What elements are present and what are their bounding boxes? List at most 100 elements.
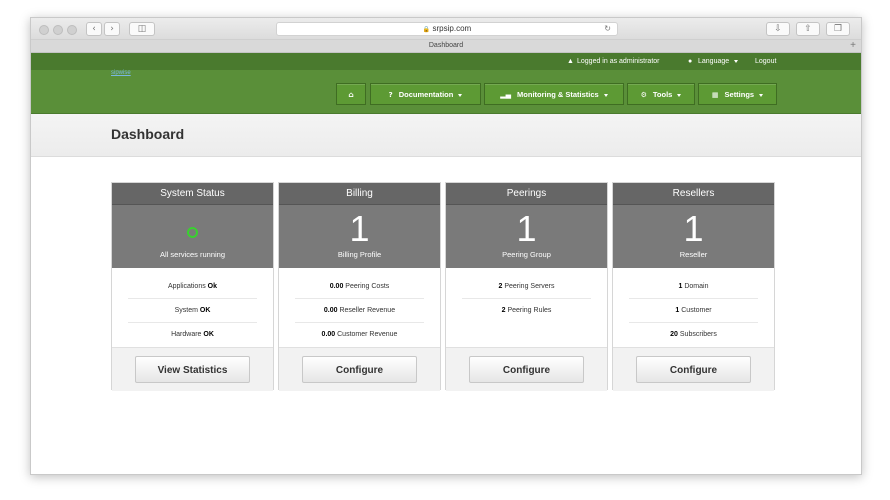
row-label: Peering Costs xyxy=(345,283,390,290)
card-title: Peerings xyxy=(446,183,607,205)
card-hero-subtitle: Peering Group xyxy=(502,250,551,259)
card-details: 1 Domain 1 Customer 20 Subscribers xyxy=(613,268,774,347)
menu-settings[interactable]: ▦ Settings xyxy=(698,83,777,105)
row-value: 1 xyxy=(675,307,680,314)
logout-link[interactable]: Logout xyxy=(755,53,776,70)
page-title: Dashboard xyxy=(111,126,185,142)
user-bar: ▲ Logged in as administrator ● Language … xyxy=(31,53,861,70)
menu-settings-label: Settings xyxy=(724,90,755,99)
list-item: 2 Peering Rules xyxy=(462,299,591,322)
menu-monitoring[interactable]: ▂▄ Monitoring & Statistics xyxy=(484,83,624,105)
row-value: OK xyxy=(203,331,214,338)
configure-resellers-button[interactable]: Configure xyxy=(636,356,751,383)
row-label: Peering Servers xyxy=(504,283,555,290)
language-dropdown[interactable]: Language xyxy=(698,53,739,70)
page-header: Dashboard xyxy=(31,114,861,157)
address-bar[interactable]: 🔒 srpsip.com ↻ xyxy=(276,22,618,36)
list-item: 0.00 Reseller Revenue xyxy=(295,299,424,323)
bar-chart-icon: ▂▄ xyxy=(500,91,512,99)
list-item: 1 Domain xyxy=(629,275,758,299)
card-resellers: Resellers 1 Reseller 1 Domain 1 Customer… xyxy=(612,182,775,391)
row-value: 0.00 xyxy=(329,283,344,290)
chevron-down-icon xyxy=(458,93,463,97)
card-footer: Configure xyxy=(279,347,440,391)
menu-tools[interactable]: ⚙ Tools xyxy=(627,83,695,105)
card-footer: Configure xyxy=(446,347,607,391)
list-item: 1 Customer xyxy=(629,299,758,323)
card-details: 2 Peering Servers 2 Peering Rules xyxy=(446,268,607,347)
card-title: Billing xyxy=(279,183,440,205)
lock-icon: 🔒 xyxy=(422,27,431,33)
home-button[interactable]: ⌂ xyxy=(336,83,366,105)
row-value: 20 xyxy=(670,331,678,338)
row-value: 1 xyxy=(678,283,683,290)
row-value: 0.00 xyxy=(321,331,336,338)
status-ok-icon xyxy=(187,227,198,238)
close-window-icon[interactable] xyxy=(39,25,49,35)
chevron-down-icon xyxy=(734,59,739,63)
card-title: System Status xyxy=(112,183,273,205)
configure-peerings-button[interactable]: Configure xyxy=(469,356,584,383)
grid-icon: ▦ xyxy=(711,91,719,99)
chevron-down-icon xyxy=(759,93,764,97)
card-title: Resellers xyxy=(613,183,774,205)
card-hero-value: 1 xyxy=(683,208,704,249)
menu-documentation-label: Documentation xyxy=(398,90,454,99)
menu-monitoring-label: Monitoring & Statistics xyxy=(517,90,599,99)
home-icon: ⌂ xyxy=(348,90,354,99)
logged-in-text: Logged in as administrator xyxy=(577,58,660,65)
tab-bar: Dashboard + xyxy=(31,40,861,53)
language-label: Language xyxy=(698,58,730,65)
row-label: Subscribers xyxy=(679,331,717,338)
card-footer: View Statistics xyxy=(112,347,273,391)
row-label: System xyxy=(174,307,198,314)
user-icon: ▲ xyxy=(567,58,574,65)
chevron-down-icon xyxy=(677,93,682,97)
card-hero: All services running xyxy=(112,205,273,268)
tabs-overview-icon[interactable]: ❐ xyxy=(826,22,850,36)
card-details: Applications Ok System OK Hardware OK xyxy=(112,268,273,347)
zoom-window-icon[interactable] xyxy=(67,25,77,35)
download-icon[interactable]: ⇩ xyxy=(766,22,790,36)
menu-documentation[interactable]: ? Documentation xyxy=(370,83,481,105)
browser-window: ‹ › ◫ 🔒 srpsip.com ↻ ⇩ ⇧ ❐ Dashboard + ▲… xyxy=(30,17,862,475)
reload-icon[interactable]: ↻ xyxy=(604,23,611,35)
row-label: Hardware xyxy=(171,331,202,338)
row-value: Ok xyxy=(207,283,218,290)
address-text: srpsip.com xyxy=(432,24,472,33)
globe-icon: ● xyxy=(688,58,693,65)
card-hero: 1 Billing Profile xyxy=(279,205,440,268)
card-hero: 1 Reseller xyxy=(613,205,774,268)
row-label: Peering Rules xyxy=(507,307,552,314)
row-value: 0.00 xyxy=(323,307,338,314)
share-icon[interactable]: ⇧ xyxy=(796,22,820,36)
main-navbar: sipwise ⌂ ? Documentation ▂▄ Monitoring & … xyxy=(31,70,861,114)
card-hero-subtitle: All services running xyxy=(159,250,226,259)
list-item: Hardware OK xyxy=(128,323,257,346)
card-billing: Billing 1 Billing Profile 0.00 Peering C… xyxy=(278,182,441,391)
new-tab-icon[interactable]: + xyxy=(847,40,859,52)
card-hero: 1 Peering Group xyxy=(446,205,607,268)
configure-billing-button[interactable]: Configure xyxy=(302,356,417,383)
row-value: OK xyxy=(199,307,211,314)
brand-logo[interactable]: sipwise xyxy=(111,70,131,76)
sidebar-toggle-icon[interactable]: ◫ xyxy=(129,22,155,36)
card-peerings: Peerings 1 Peering Group 2 Peering Serve… xyxy=(445,182,608,391)
chevron-down-icon xyxy=(603,93,608,97)
list-item: Applications Ok xyxy=(128,275,257,299)
row-label: Customer xyxy=(681,307,712,314)
browser-toolbar: ‹ › ◫ 🔒 srpsip.com ↻ ⇩ ⇧ ❐ xyxy=(31,18,861,40)
list-item: System OK xyxy=(128,299,257,323)
card-hero-value: 1 xyxy=(349,208,370,249)
tab-dashboard[interactable]: Dashboard xyxy=(429,42,463,49)
list-item: 0.00 Customer Revenue xyxy=(295,323,424,346)
card-footer: Configure xyxy=(613,347,774,391)
back-icon[interactable]: ‹ xyxy=(86,22,102,36)
minimize-window-icon[interactable] xyxy=(53,25,63,35)
card-hero-subtitle: Reseller xyxy=(679,250,708,259)
card-hero-subtitle: Billing Profile xyxy=(337,250,382,259)
forward-icon[interactable]: › xyxy=(104,22,120,36)
menu-tools-label: Tools xyxy=(652,90,673,99)
gear-icon: ⚙ xyxy=(640,91,647,99)
view-statistics-button[interactable]: View Statistics xyxy=(135,356,250,383)
